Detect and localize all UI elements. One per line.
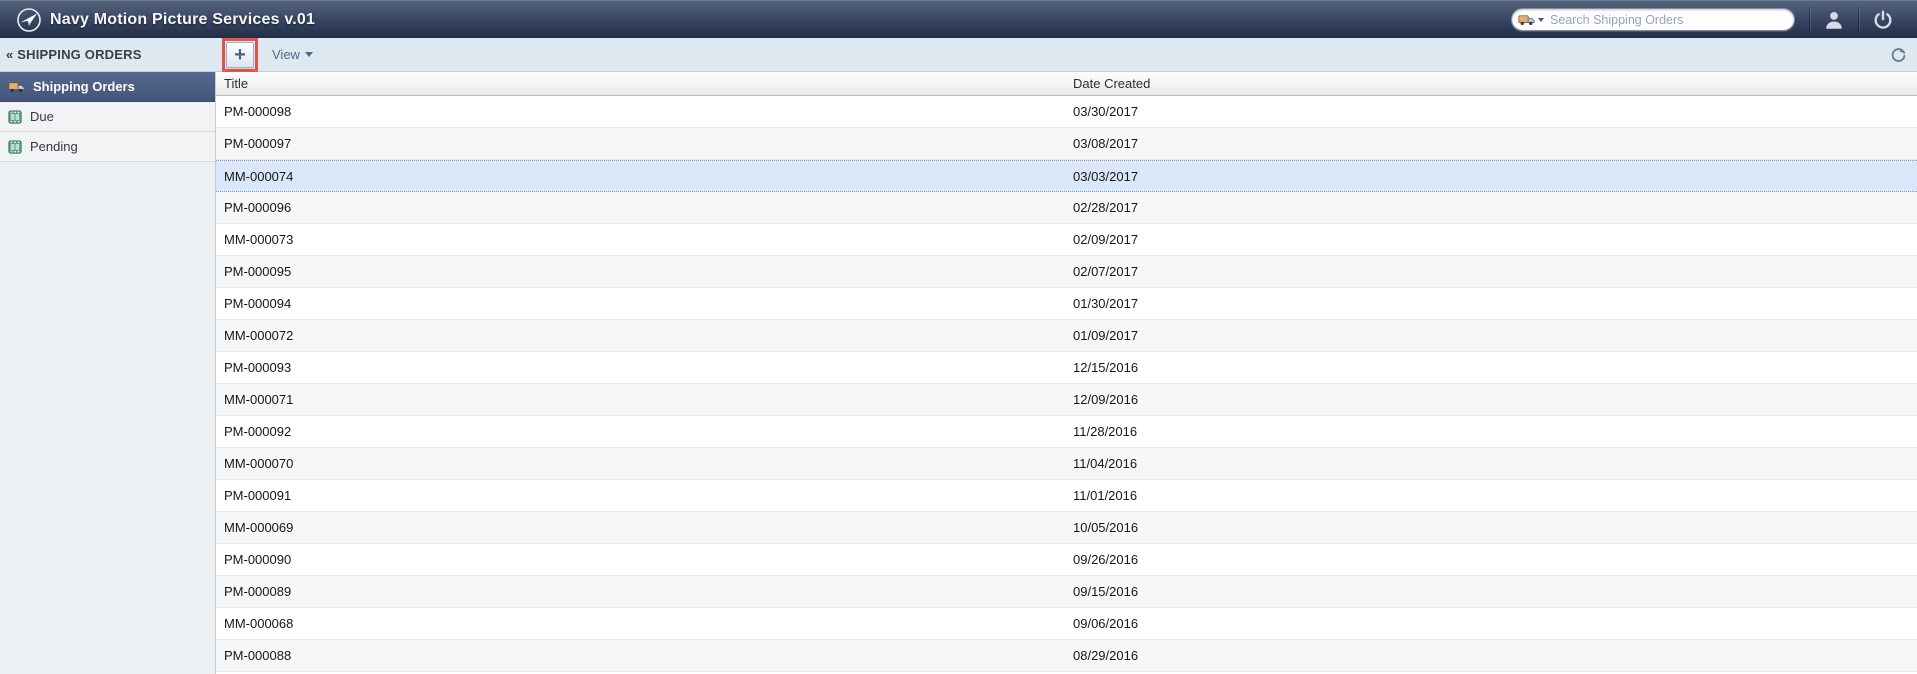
order-date-cell: 03/08/2017 [1065, 136, 1917, 151]
order-date-cell: 02/07/2017 [1065, 264, 1917, 279]
power-icon [1872, 9, 1894, 31]
column-header-date-created[interactable]: Date Created [1065, 72, 1917, 95]
sidebar-item-due[interactable]: Due [0, 102, 215, 132]
order-date-cell: 01/09/2017 [1065, 328, 1917, 343]
user-icon [1823, 9, 1845, 31]
table-row[interactable]: MM-000072 01/09/2017 [216, 320, 1917, 352]
order-date-cell: 01/30/2017 [1065, 296, 1917, 311]
sidebar-collapse-header[interactable]: « SHIPPING ORDERS [0, 47, 216, 62]
table-row[interactable]: MM-000068 09/06/2016 [216, 608, 1917, 640]
table-row[interactable]: MM-000071 12/09/2016 [216, 384, 1917, 416]
click-annotation-box: + [222, 38, 258, 72]
order-title-cell: MM-000069 [216, 520, 1065, 535]
order-date-cell: 11/04/2016 [1065, 456, 1917, 471]
chevron-down-icon [305, 52, 313, 57]
order-title-cell: PM-000089 [216, 584, 1065, 599]
order-date-cell: 09/15/2016 [1065, 584, 1917, 599]
table-row[interactable]: PM-000093 12/15/2016 [216, 352, 1917, 384]
view-dropdown[interactable]: View [272, 47, 313, 62]
order-title-cell: MM-000071 [216, 392, 1065, 407]
chevron-down-icon [1538, 18, 1544, 22]
truck-icon [1518, 14, 1535, 26]
app-title: Navy Motion Picture Services v.01 [50, 11, 315, 29]
truck-icon [8, 81, 25, 93]
order-date-cell: 11/01/2016 [1065, 488, 1917, 503]
add-shipping-order-button[interactable]: + [226, 42, 254, 68]
order-title-cell: PM-000095 [216, 264, 1065, 279]
user-account-button[interactable] [1810, 1, 1858, 38]
order-date-cell: 02/28/2017 [1065, 200, 1917, 215]
app-header: Navy Motion Picture Services v.01 [0, 0, 1917, 38]
order-title-cell: PM-000098 [216, 104, 1065, 119]
table-row[interactable]: MM-000070 11/04/2016 [216, 448, 1917, 480]
sidebar-item-label: Due [30, 109, 54, 124]
order-date-cell: 12/15/2016 [1065, 360, 1917, 375]
order-date-cell: 10/05/2016 [1065, 520, 1917, 535]
order-date-cell: 03/03/2017 [1065, 169, 1917, 184]
table-row[interactable]: MM-000073 02/09/2017 [216, 224, 1917, 256]
sidebar-item-label: Shipping Orders [33, 79, 135, 94]
order-title-cell: MM-000073 [216, 232, 1065, 247]
table-row[interactable]: PM-000089 09/15/2016 [216, 576, 1917, 608]
order-date-cell: 08/29/2016 [1065, 648, 1917, 663]
app-logo-icon [16, 7, 42, 33]
view-dropdown-label: View [272, 47, 300, 62]
table-row[interactable]: MM-000069 10/05/2016 [216, 512, 1917, 544]
order-table-body: PM-000098 03/30/2017 PM-000097 03/08/201… [216, 96, 1917, 674]
order-date-cell: 02/09/2017 [1065, 232, 1917, 247]
sidebar-item-pending[interactable]: Pending [0, 132, 215, 162]
order-title-cell: MM-000072 [216, 328, 1065, 343]
search-input[interactable] [1550, 13, 1786, 27]
order-title-cell: PM-000093 [216, 360, 1065, 375]
order-date-cell: 12/09/2016 [1065, 392, 1917, 407]
order-title-cell: PM-000097 [216, 136, 1065, 151]
table-row[interactable]: PM-000097 03/08/2017 [216, 128, 1917, 160]
search-box[interactable] [1511, 8, 1795, 31]
order-date-cell: 09/26/2016 [1065, 552, 1917, 567]
film-icon [8, 110, 22, 124]
refresh-button[interactable] [1890, 38, 1907, 71]
order-date-cell: 03/30/2017 [1065, 104, 1917, 119]
table-row[interactable]: PM-000094 01/30/2017 [216, 288, 1917, 320]
order-title-cell: MM-000074 [216, 169, 1065, 184]
search-scope-dropdown[interactable] [1518, 14, 1544, 26]
sidebar-item-label: Pending [30, 139, 78, 154]
order-title-cell: PM-000090 [216, 552, 1065, 567]
order-title-cell: PM-000092 [216, 424, 1065, 439]
column-header-title[interactable]: Title [216, 72, 1065, 95]
order-title-cell: PM-000088 [216, 648, 1065, 663]
sidebar-item-shipping-orders[interactable]: Shipping Orders [0, 72, 215, 102]
toolbar: « SHIPPING ORDERS + View [0, 38, 1917, 72]
table-row[interactable]: PM-000095 02/07/2017 [216, 256, 1917, 288]
table-row[interactable]: PM-000090 09/26/2016 [216, 544, 1917, 576]
order-title-cell: PM-000091 [216, 488, 1065, 503]
order-title-cell: MM-000068 [216, 616, 1065, 631]
table-row[interactable]: PM-000091 11/01/2016 [216, 480, 1917, 512]
main-content: Title Date Created PM-000098 03/30/2017 … [216, 72, 1917, 674]
order-title-cell: PM-000096 [216, 200, 1065, 215]
table-row[interactable]: MM-000074 03/03/2017 [216, 160, 1917, 192]
sidebar: Shipping Orders Due [0, 72, 216, 674]
refresh-icon [1890, 46, 1907, 63]
table-row[interactable]: PM-000092 11/28/2016 [216, 416, 1917, 448]
order-title-cell: MM-000070 [216, 456, 1065, 471]
sidebar-header-label: « SHIPPING ORDERS [6, 47, 142, 62]
table-header-row: Title Date Created [216, 72, 1917, 96]
order-date-cell: 09/06/2016 [1065, 616, 1917, 631]
table-row[interactable]: PM-000088 08/29/2016 [216, 640, 1917, 672]
order-title-cell: PM-000094 [216, 296, 1065, 311]
table-row[interactable]: PM-000096 02/28/2017 [216, 192, 1917, 224]
order-date-cell: 11/28/2016 [1065, 424, 1917, 439]
logout-button[interactable] [1859, 1, 1907, 38]
sidebar-empty-area [0, 162, 215, 674]
film-icon [8, 140, 22, 154]
table-row[interactable]: PM-000098 03/30/2017 [216, 96, 1917, 128]
